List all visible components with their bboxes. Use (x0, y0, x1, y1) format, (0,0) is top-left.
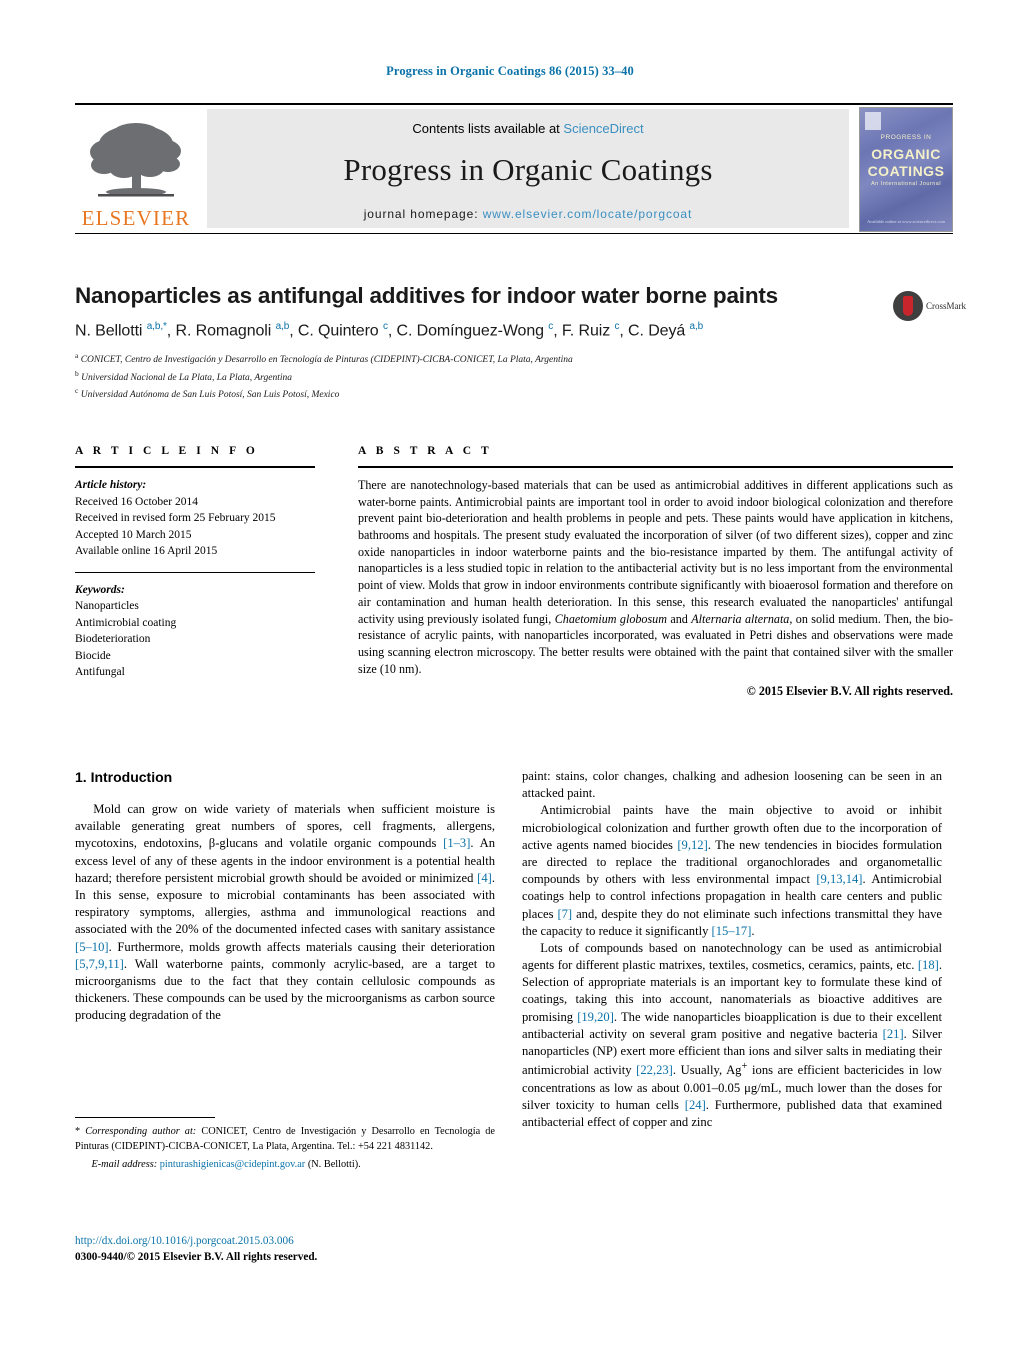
cover-publisher-logo-icon (865, 112, 881, 130)
article-history-label: Article history: (75, 479, 147, 491)
body-paragraph: paint: stains, color changes, chalking a… (522, 769, 942, 801)
keyword-item: Antimicrobial coating (75, 616, 177, 629)
masthead-bottom-rule (75, 233, 953, 234)
cover-line-small: PROGRESS IN (880, 134, 932, 141)
keyword-item: Biodeterioration (75, 633, 151, 646)
keywords-label: Keywords: (75, 583, 125, 596)
abstract-text: There are nanotechnology-based materials… (358, 478, 953, 676)
abstract-column: A B S T R A C T There are nanotechnology… (358, 445, 953, 699)
masthead-center-panel: Contents lists available at ScienceDirec… (207, 109, 849, 228)
article-info-column: A R T I C L E I N F O Article history: R… (75, 445, 315, 681)
crossmark-badge[interactable]: CrossMark (893, 283, 966, 329)
title-block: Nanoparticles as antifungal additives fo… (75, 283, 966, 403)
history-item: Accepted 10 March 2015 (75, 528, 192, 541)
article-info-heading: A R T I C L E I N F O (75, 445, 259, 457)
homepage-url-link[interactable]: www.elsevier.com/locate/porgcoat (483, 207, 693, 221)
history-item: Received 16 October 2014 (75, 495, 198, 508)
elsevier-wordmark: ELSEVIER (81, 206, 191, 230)
article-info-separator (75, 571, 315, 573)
affiliation-mark: a (75, 351, 79, 361)
footnote-rule (75, 1117, 215, 1118)
keywords-group: Keywords: Nanoparticles Antimicrobial co… (75, 582, 315, 681)
elsevier-logo: ELSEVIER (77, 111, 195, 229)
affiliation-text: CONICET, Centro de Investigación y Desar… (80, 355, 573, 366)
journal-homepage-line: journal homepage: www.elsevier.com/locat… (207, 207, 849, 221)
abstract-heading: A B S T R A C T (358, 445, 493, 457)
cover-line-coatings: COATINGS (867, 163, 945, 179)
contents-prefix: Contents lists available at (412, 121, 564, 136)
keyword-item: Antifungal (75, 666, 125, 679)
affiliation-list: a CONICET, Centro de Investigación y Des… (75, 350, 953, 403)
contents-available-line: Contents lists available at ScienceDirec… (207, 109, 849, 136)
footnote-block: * Corresponding author at: CONICET, Cent… (75, 1117, 495, 1173)
body-paragraph: Antimicrobial paints have the main objec… (522, 803, 942, 938)
abstract-rule (358, 466, 953, 468)
affiliation-text: Universidad Nacional de La Plata, La Pla… (81, 372, 292, 383)
issn-copyright-line: 0300-9440/© 2015 Elsevier B.V. All right… (75, 1251, 318, 1264)
section-heading-introduction: 1. Introduction (75, 769, 173, 785)
article-history-group: Article history: Received 16 October 201… (75, 477, 315, 560)
keyword-item: Nanoparticles (75, 600, 139, 613)
sciencedirect-link[interactable]: ScienceDirect (563, 121, 643, 136)
journal-title: Progress in Organic Coatings (343, 152, 713, 187)
cover-line-organic: ORGANIC (871, 146, 941, 162)
affiliation-mark: b (75, 368, 79, 378)
email-note: E-mail address: pinturashigienicas@cidep… (75, 1158, 495, 1173)
cover-line-subtitle: An International Journal (870, 181, 942, 187)
body-paragraph: Lots of compounds based on nanotechnolog… (522, 940, 943, 1129)
email-link[interactable]: pinturashigienicas@cidepint.gov.ar (160, 1159, 306, 1170)
elsevier-tree-icon (90, 123, 181, 197)
affiliation-text: Universidad Autónoma de San Luis Potosí,… (80, 390, 340, 401)
body-paragraph: Mold can grow on wide variety of materia… (75, 802, 495, 1023)
email-suffix: (N. Bellotti). (307, 1159, 361, 1171)
keyword-item: Biocide (75, 649, 111, 662)
homepage-label: journal homepage: (363, 207, 483, 221)
running-head: Progress in Organic Coatings 86 (2015) 3… (386, 64, 634, 78)
crossmark-label: CrossMark (926, 301, 966, 311)
crossmark-icon (893, 291, 923, 321)
email-label: E-mail address: (91, 1159, 158, 1171)
doi-link[interactable]: http://dx.doi.org/10.1016/j.porgcoat.201… (75, 1233, 495, 1249)
body-column-right: paint: stains, color changes, chalking a… (522, 768, 942, 1131)
cover-footer-text: Available online at www.sciencedirect.co… (867, 219, 945, 224)
history-item: Available online 16 April 2015 (75, 545, 218, 558)
author-list: N. Bellotti a,b,*, R. Romagnoli a,b, C. … (75, 320, 704, 340)
affiliation-item: b Universidad Nacional de La Plata, La P… (75, 368, 953, 386)
affiliation-mark: c (75, 386, 79, 396)
doi-block: http://dx.doi.org/10.1016/j.porgcoat.201… (75, 1233, 495, 1265)
journal-masthead: ELSEVIER Contents lists available at Sci… (75, 103, 953, 234)
body-column-left: 1. Introduction Mold can grow on wide va… (75, 768, 495, 1025)
history-item: Received in revised form 25 February 201… (75, 512, 276, 525)
abstract-copyright: © 2015 Elsevier B.V. All rights reserved… (746, 684, 953, 699)
affiliation-item: c Universidad Autónoma de San Luis Potos… (75, 385, 953, 403)
page-title: Nanoparticles as antifungal additives fo… (75, 283, 778, 308)
masthead-top-rule (75, 103, 953, 105)
corresponding-author-note: * Corresponding author at: CONICET, Cent… (75, 1126, 495, 1152)
affiliation-item: a CONICET, Centro de Investigación y Des… (75, 350, 953, 368)
paper-page: Progress in Organic Coatings 86 (2015) 3… (0, 0, 1020, 1351)
journal-cover-thumbnail: PROGRESS IN ORGANIC COATINGS An Internat… (859, 107, 953, 232)
article-info-rule (75, 466, 315, 468)
